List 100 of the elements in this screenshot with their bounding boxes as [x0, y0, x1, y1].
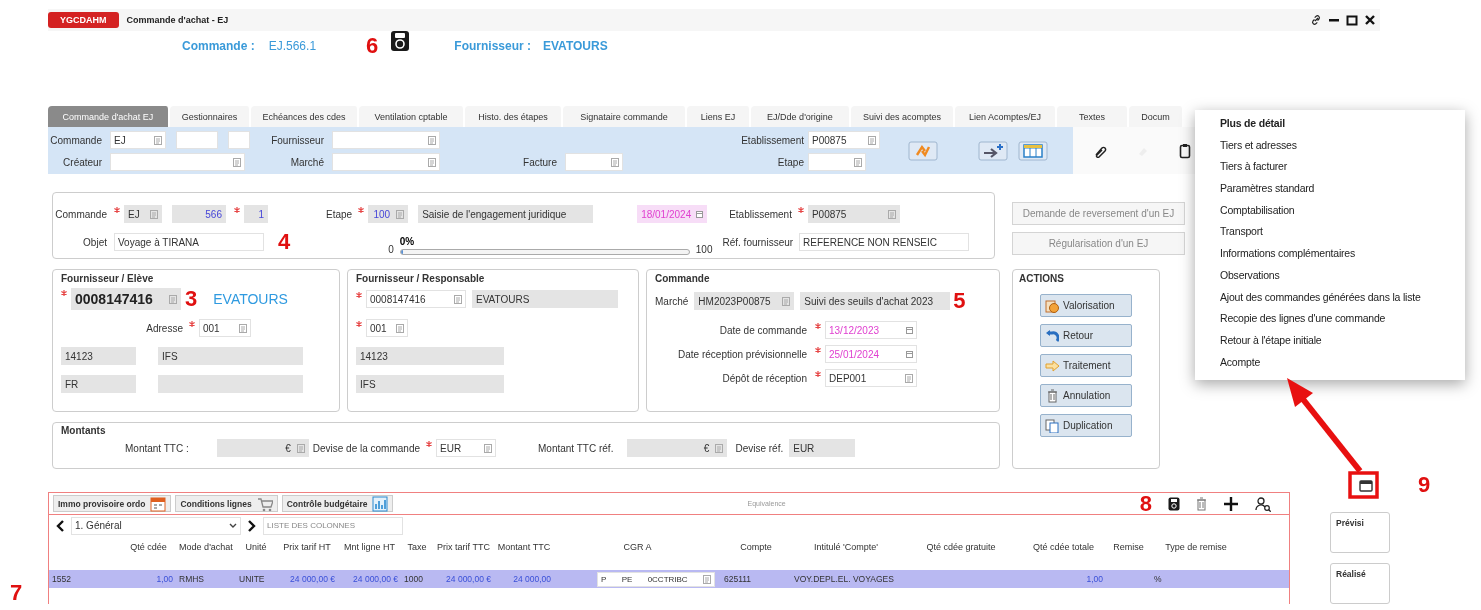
field-label: Etablissement: [740, 134, 805, 146]
toolbar-button[interactable]: Conditions lignes: [175, 495, 278, 512]
input-field[interactable]: LISTE DES COLONNES: [263, 516, 403, 535]
input-field[interactable]: 100: [368, 205, 409, 223]
tab[interactable]: EJ/Dde d'origine: [751, 106, 851, 127]
window-title: Commande d'achat - EJ: [126, 15, 229, 25]
supplier-name: EVATOURS: [543, 39, 608, 53]
column-header: Qté cdée totale: [1031, 542, 1095, 552]
input-field[interactable]: EJ: [124, 205, 162, 223]
tab[interactable]: Ventilation cptable: [359, 106, 465, 127]
menu-item[interactable]: Transport: [1220, 222, 1465, 245]
tab[interactable]: Echéances des cdes: [251, 106, 359, 127]
input-field[interactable]: HM2023P00875: [694, 292, 795, 310]
table-cell-text: 24 000,00 €: [445, 574, 492, 584]
tab[interactable]: Lien Acomptes/EJ: [955, 106, 1057, 127]
toolbar-button[interactable]: Contrôle budgétaire: [281, 495, 394, 512]
input-field[interactable]: DEP001: [825, 369, 917, 387]
annotation-number: 5: [953, 290, 966, 312]
action-button[interactable]: Valorisation: [1040, 294, 1132, 317]
progress-value: 0%: [399, 236, 416, 247]
tab[interactable]: Histo. des étapes: [465, 106, 563, 127]
field-label: Etape: [326, 208, 353, 220]
panel-title: Fournisseur / Elève: [61, 273, 155, 284]
field-label: Etablissement: [729, 208, 792, 220]
menu-item[interactable]: Acompte: [1220, 352, 1465, 375]
input-field[interactable]: Saisie de l'engagement juridique: [418, 205, 594, 223]
table-cell-text: UNITE: [238, 574, 266, 584]
input-field[interactable]: €: [627, 439, 728, 457]
menu-item[interactable]: Tiers à facturer: [1220, 157, 1465, 180]
tab[interactable]: Liens EJ: [687, 106, 751, 127]
input-field[interactable]: P00875: [808, 131, 880, 149]
input-field[interactable]: FR: [61, 375, 136, 393]
input-field[interactable]: 1: [244, 205, 268, 223]
tab[interactable]: Signataire commande: [563, 106, 687, 127]
column-header: Qté cdée: [129, 542, 168, 552]
progress-max: 100: [695, 244, 713, 255]
menu-item[interactable]: Retour à l'étape initiale: [1220, 330, 1465, 353]
action-button[interactable]: Annulation: [1040, 384, 1132, 407]
panel-title: Montants: [61, 425, 107, 436]
field-label: Facture: [522, 156, 558, 168]
action-button[interactable]: Traitement: [1040, 354, 1132, 377]
tab[interactable]: Docum: [1129, 106, 1184, 127]
menu-item[interactable]: Ajout des commandes générées dans la liste: [1220, 287, 1465, 310]
annotation-number: 9: [1418, 474, 1431, 496]
input-field[interactable]: 14123: [356, 347, 504, 365]
column-header: CGR A: [622, 542, 653, 552]
tab[interactable]: Suivi des acomptes: [851, 106, 955, 127]
menu-item[interactable]: Plus de détail: [1220, 114, 1465, 136]
input-field[interactable]: EVATOURS: [472, 290, 618, 308]
menu-item[interactable]: Informations complémentaires: [1220, 244, 1465, 266]
input-field[interactable]: 001: [199, 319, 251, 337]
annotation-number: 6: [366, 35, 379, 57]
field-label: Montant TTC :: [125, 442, 189, 454]
table-cell-text: %: [1153, 574, 1163, 584]
field-label: Date réception prévisionnelle: [677, 348, 807, 360]
menu-item[interactable]: Comptabilisation: [1220, 200, 1465, 223]
column-header: Mnt ligne HT: [343, 542, 396, 552]
menu-item[interactable]: Observations: [1220, 265, 1465, 288]
table-cell-text: 24 000,00: [512, 574, 552, 584]
input-field[interactable]: IFS: [158, 347, 303, 365]
column-header: Type de remise: [1164, 542, 1228, 552]
input-field[interactable]: 13/12/2023: [825, 321, 917, 339]
table-cell-text: 24 000,00 €: [352, 574, 399, 584]
input-field[interactable]: P00875: [807, 205, 900, 223]
input-field[interactable]: REFERENCE NON RENSEIC: [799, 233, 970, 251]
input-field[interactable]: EJ: [110, 131, 166, 149]
input-field[interactable]: 0008147416: [71, 288, 181, 310]
input-field[interactable]: Voyage à TIRANA: [114, 233, 264, 251]
toolbar-button[interactable]: Immo provisoire ordo: [53, 495, 172, 512]
input-field[interactable]: Suivi des seuils d'achat 2023: [800, 292, 951, 310]
view-select[interactable]: 1. Général: [71, 516, 241, 535]
panel-title: Fournisseur / Responsable: [356, 273, 486, 284]
app-badge: YGCDAHM: [48, 12, 119, 28]
input-field[interactable]: EUR: [789, 439, 856, 457]
input-field[interactable]: EUR: [436, 439, 496, 457]
column-header: Unité: [244, 542, 268, 552]
field-label: Réf. fournisseur: [722, 236, 794, 248]
input-field[interactable]: 14123: [61, 347, 136, 365]
tab[interactable]: Gestionnaires: [170, 106, 251, 127]
tab[interactable]: Textes: [1057, 106, 1129, 127]
input-field[interactable]: 25/01/2024: [825, 345, 917, 363]
action-button[interactable]: Duplication: [1040, 414, 1132, 437]
field-label: Dépôt de réception: [721, 372, 807, 384]
table-cell-text: 1000: [403, 574, 424, 584]
input-field[interactable]: IFS: [356, 375, 504, 393]
menu-item[interactable]: Paramètres standard: [1220, 179, 1465, 201]
field-label: Commande: [54, 208, 107, 220]
column-header: Taxe: [406, 542, 428, 552]
input-field[interactable]: 0008147416: [366, 290, 466, 308]
menu-item[interactable]: Recopie des lignes d'une commande: [1220, 309, 1465, 331]
input-field[interactable]: 001: [366, 319, 408, 337]
menu-item[interactable]: Tiers et adresses: [1220, 135, 1465, 158]
table-row[interactable]: 1552 1,00 RMHS UNITE 24 000,00 € 24 000,00 € 1000 24 000,00 € 24 000,00 P PE 0CCTRIBC 625111 VOY.DEPL.EL. VOYAGES 1,00 %: [49, 570, 1289, 588]
input-field[interactable]: P PE 0CCTRIBC: [597, 571, 715, 587]
table-cell-text: VOY.DEPL.EL. VOYAGES: [793, 574, 895, 584]
input-field[interactable]: €: [216, 439, 309, 457]
input-field[interactable]: 566: [172, 205, 226, 223]
action-button[interactable]: Retour: [1040, 324, 1132, 347]
panel-title: Réalisé: [1336, 569, 1366, 579]
table-cell-text: 1,00: [1085, 574, 1104, 584]
